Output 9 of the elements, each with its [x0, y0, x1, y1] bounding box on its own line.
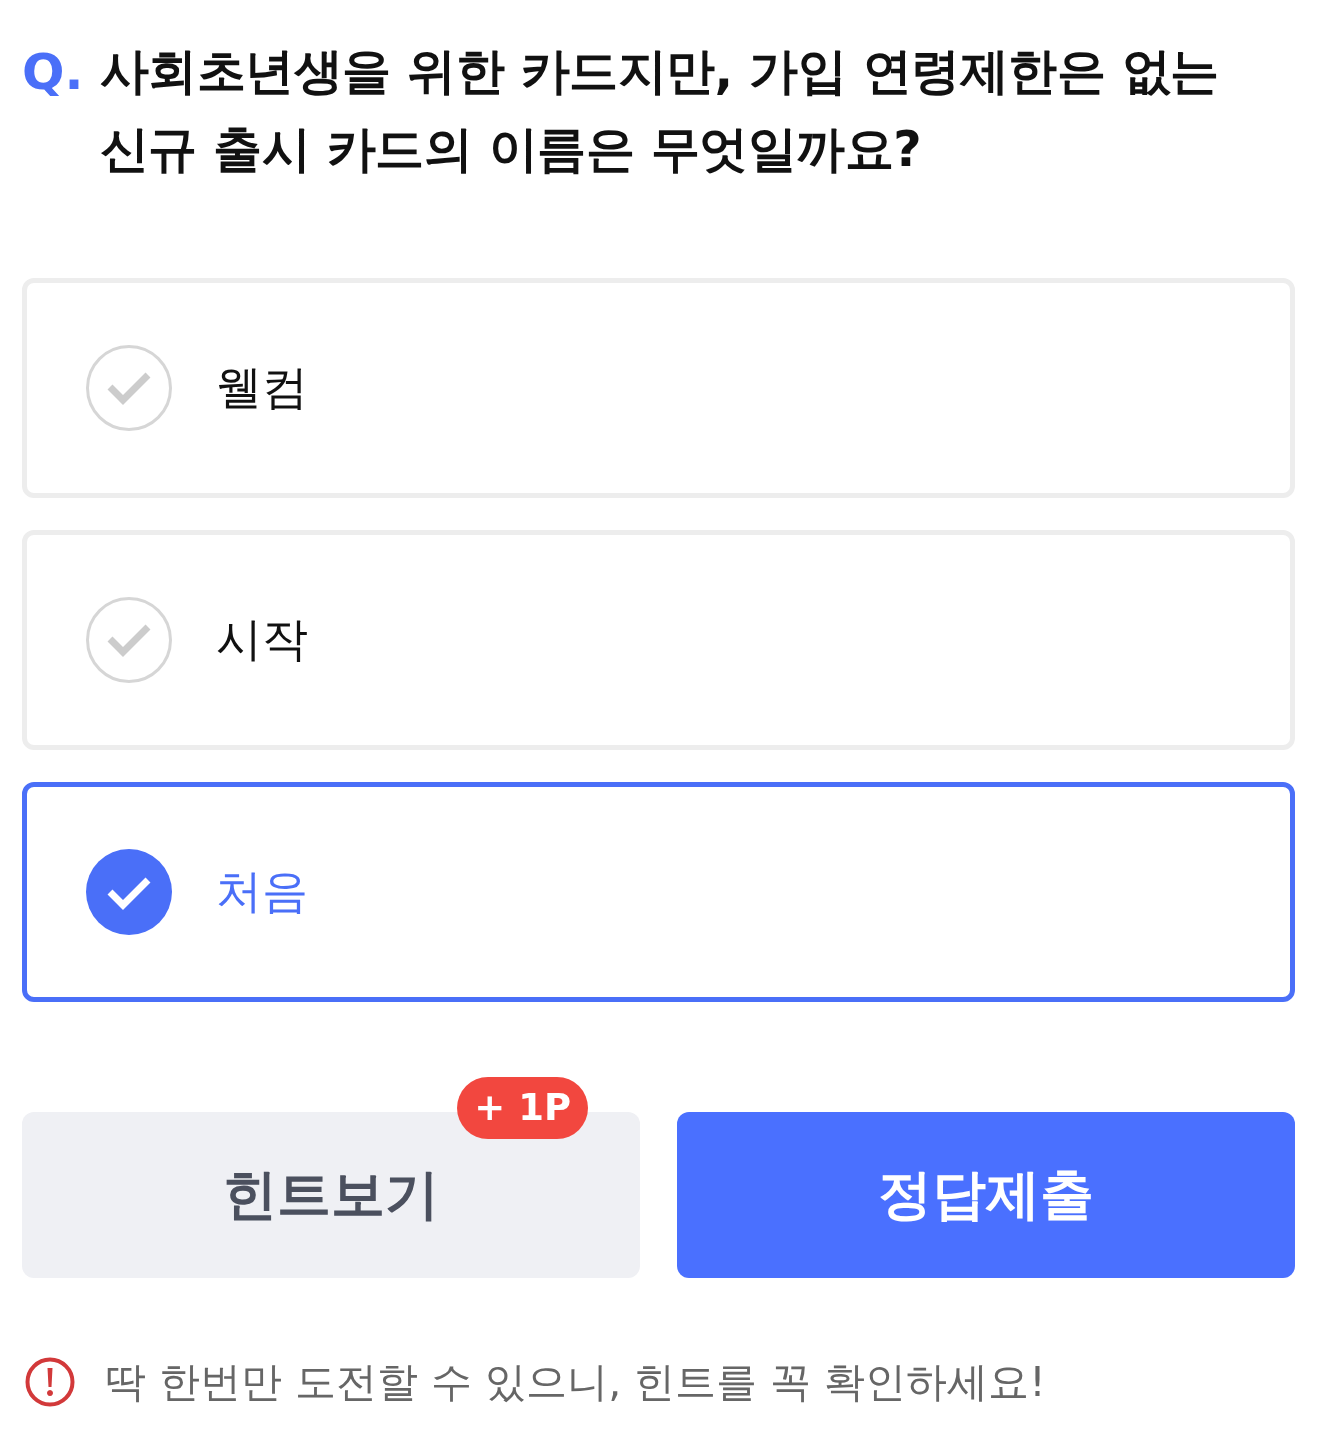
submit-answer-button[interactable]: 정답제출	[677, 1112, 1295, 1278]
warning-icon	[25, 1357, 75, 1407]
answer-option[interactable]: 처음	[22, 782, 1295, 1002]
answer-option[interactable]: 시작	[22, 530, 1295, 750]
points-badge: + 1P	[457, 1077, 588, 1139]
notice-text: 딱 한번만 도전할 수 있으니, 힌트를 꼭 확인하세요!	[105, 1357, 1046, 1408]
answer-option[interactable]: 웰컴	[22, 278, 1295, 498]
question-text: 사회초년생을 위한 카드지만, 가입 연령제한은 없는 신규 출시 카드의 이름은 무엇일까요?	[99, 42, 1219, 180]
question-marker: Q.	[22, 42, 84, 103]
